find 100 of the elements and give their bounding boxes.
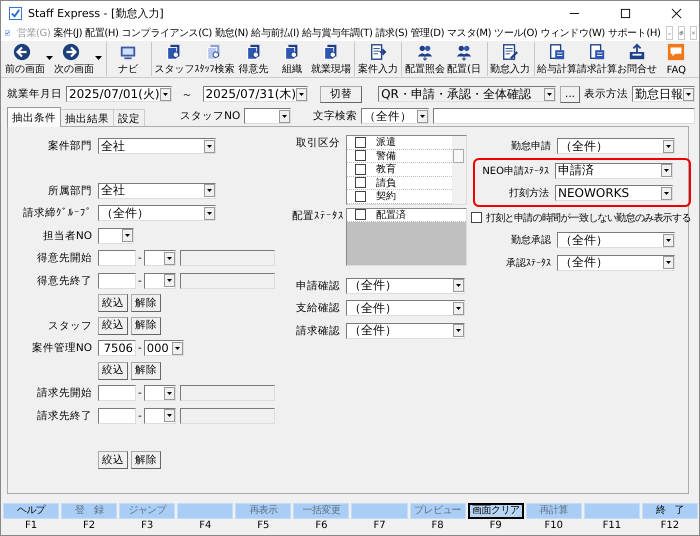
toolbar-button[interactable]: 請求計算	[578, 42, 617, 76]
toolbar-button[interactable]: スタッフ	[150, 42, 194, 76]
field-label: 請求確認	[295, 324, 341, 338]
dropdown[interactable]: 2025/07/01(火)	[66, 86, 172, 102]
dropdown[interactable]	[244, 108, 291, 124]
checkbox-list[interactable]: 派遣 警備 教育 請負 契約	[346, 135, 467, 204]
dropdown[interactable]: （全件）	[346, 322, 465, 339]
dropdown[interactable]: 2025/07/31(木)	[202, 86, 308, 102]
dropdown[interactable]: 全社	[98, 182, 216, 199]
dropdown[interactable]: （全件）	[346, 278, 465, 294]
filter-button[interactable]: 絞込	[98, 362, 128, 380]
dropdown[interactable]	[144, 272, 176, 289]
toolbar-button[interactable]: 得意先	[234, 42, 272, 76]
scrollbar[interactable]	[452, 136, 466, 204]
toolbar-button[interactable]: 案件入力	[354, 42, 398, 76]
toolbar-button[interactable]: 勤怠入力	[486, 42, 530, 76]
caret-icon	[172, 342, 183, 355]
menu-item[interactable]: 給与賞与年調(T)	[302, 26, 372, 40]
maximize-icon[interactable]	[620, 8, 631, 18]
dropdown[interactable]: 000	[144, 340, 184, 356]
checkbox[interactable]	[355, 190, 366, 202]
checkbox-list[interactable]: 配置済	[346, 208, 467, 266]
checkbox[interactable]	[355, 150, 366, 162]
dropdown[interactable]: QR・申請・承認・全体確認	[378, 86, 556, 102]
menu-item[interactable]: 請求(S)	[375, 26, 408, 40]
dropdown[interactable]: （全件）	[557, 254, 675, 271]
dropdown[interactable]: （全件）	[360, 108, 429, 124]
dropdown[interactable]	[144, 385, 176, 402]
menu-item[interactable]: ツール(O)	[494, 26, 538, 40]
dropdown[interactable]	[144, 408, 176, 424]
tab[interactable]: 設定	[113, 109, 145, 127]
checkbox[interactable]	[355, 164, 366, 175]
caret-icon	[661, 164, 672, 178]
search-field[interactable]	[432, 108, 695, 124]
dash: -	[138, 387, 142, 400]
checkbox-label: 打刻と申請の時間が一致しない勤怠のみ表示する	[486, 212, 691, 225]
filter-button[interactable]: 絞込	[98, 294, 128, 312]
menu-item[interactable]: 案件(J)	[53, 26, 82, 40]
toolbar-button[interactable]: 就業現場	[311, 42, 350, 76]
name-field[interactable]	[180, 385, 275, 402]
toolbar-button[interactable]: 前の画面	[5, 42, 53, 76]
code-field[interactable]	[98, 272, 136, 289]
dropdown[interactable]: （全件）	[557, 232, 675, 248]
menu-item[interactable]: ウィンドウ(W)	[540, 26, 605, 40]
menu-item[interactable]: 配置(H)	[85, 26, 118, 40]
toolbar-button[interactable]: 次の画面	[54, 42, 102, 76]
field-label: 請求締ｸﾞﾙｰﾌﾟ	[22, 206, 93, 220]
dropdown[interactable]	[144, 250, 176, 266]
filter-button[interactable]: 絞込	[98, 316, 128, 335]
menu-item[interactable]: サポート(H)	[608, 26, 660, 40]
field-label: 案件管理NO	[30, 341, 93, 356]
code-field[interactable]	[98, 250, 136, 266]
switch-button[interactable]: 切替	[320, 86, 362, 102]
menu-item[interactable]: 勤怠(N)	[214, 26, 248, 40]
filter-button[interactable]: 解除	[131, 294, 161, 312]
dropdown[interactable]: 全社	[98, 138, 216, 154]
menu-item[interactable]: コンプライアンス(C)	[122, 26, 212, 40]
filter-button[interactable]: 解除	[131, 316, 161, 335]
filter-button[interactable]: 解除	[131, 451, 161, 470]
dropdown[interactable]	[98, 228, 134, 244]
checkbox[interactable]	[355, 209, 366, 220]
dropdown[interactable]: （全件）	[346, 300, 465, 316]
function-key-button[interactable]: 終 了	[642, 503, 698, 519]
filter-button[interactable]: 絞込	[98, 451, 128, 470]
function-key-button[interactable]: ヘルプ	[3, 503, 60, 519]
function-key-button[interactable]: 画面クリア	[468, 503, 524, 519]
dropdown[interactable]: NEOWORKS	[555, 185, 673, 202]
menu-item[interactable]: 給与前払(I)	[251, 26, 300, 40]
list-item-label: 派遣	[376, 136, 396, 150]
toolbar-button[interactable]: 配置照会	[401, 42, 444, 76]
name-field[interactable]	[180, 250, 275, 266]
toolbar-button[interactable]: 配置(日	[445, 42, 483, 76]
code-field[interactable]	[98, 385, 136, 402]
name-field[interactable]	[180, 408, 275, 424]
field-label: 配置ｽﾃｰﾀｽ	[292, 208, 344, 222]
checkbox[interactable]	[355, 136, 366, 148]
toolbar-button[interactable]: 給与計算	[534, 42, 577, 76]
toolbar-button[interactable]: FAQ	[658, 42, 695, 76]
dropdown[interactable]: 申請済	[555, 162, 673, 179]
menu-item[interactable]: マスタ(M)	[447, 26, 492, 40]
dropdown[interactable]: （全件）	[98, 205, 216, 222]
checkbox[interactable]	[471, 212, 482, 224]
tab[interactable]: 抽出条件	[7, 107, 61, 127]
checkbox[interactable]	[355, 177, 366, 188]
dropdown[interactable]: （全件）	[557, 138, 675, 154]
number-field[interactable]: 7506	[98, 340, 136, 356]
code-field[interactable]	[98, 408, 136, 424]
search-label: 文字検索	[312, 109, 357, 123]
scroll-thumb[interactable]	[453, 149, 464, 163]
restore-icon[interactable]	[678, 26, 686, 40]
close-icon[interactable]	[671, 8, 682, 18]
filter-button[interactable]: 解除	[131, 362, 161, 380]
menu-item[interactable]: 管理(D)	[410, 26, 444, 40]
name-field[interactable]	[180, 272, 275, 289]
toolbar-button[interactable]: ｽﾀｯﾌ検索	[194, 42, 234, 76]
more-button[interactable]: ...	[560, 86, 580, 102]
dropdown[interactable]: 勤怠日報	[632, 86, 695, 102]
toolbar-button[interactable]: 組織	[273, 42, 310, 76]
toolbar-button[interactable]: ナビ	[106, 42, 147, 76]
toolbar-button[interactable]: お問合せ	[618, 42, 657, 76]
